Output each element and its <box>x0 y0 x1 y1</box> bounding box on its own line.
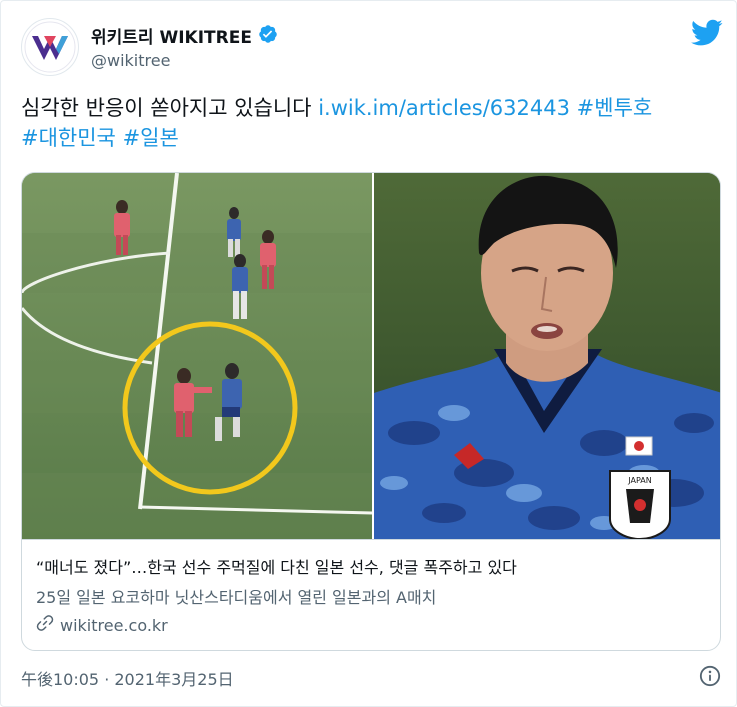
link-preview-card[interactable]: JAPAN “매너도 졌다”…한국 선수 주먹질에 다친 일본 선수, 댓글 폭… <box>21 172 721 651</box>
display-name[interactable]: 위키트리 WIKITREE <box>91 23 252 48</box>
hashtag-link[interactable]: #일본 <box>123 126 179 150</box>
tweet-card: 위키트리 WIKITREE @wikitree 심각한 반응이 쏟아지고 있습니… <box>0 0 737 707</box>
article-link[interactable]: i.wik.im/articles/632443 <box>318 96 570 120</box>
svg-text:JAPAN: JAPAN <box>627 476 651 485</box>
info-icon[interactable] <box>699 665 721 687</box>
match-photo-left <box>22 173 372 539</box>
account-name-row: 위키트리 WIKITREE <box>91 23 278 48</box>
link-card-domain: wikitree.co.kr <box>60 615 168 635</box>
tweet-timestamp[interactable]: 午後10:05 · 2021年3月25日 <box>21 666 234 690</box>
link-card-body[interactable]: “매너도 졌다”…한국 선수 주먹질에 다친 일본 선수, 댓글 폭주하고 있다… <box>22 539 720 650</box>
hashtag-link[interactable]: #대한민국 <box>21 126 116 150</box>
player-photo-right: JAPAN <box>374 173 720 539</box>
account-handle[interactable]: @wikitree <box>91 51 170 70</box>
tweet-text-body: 심각한 반응이 쏟아지고 있습니다 <box>21 96 319 120</box>
link-icon <box>36 614 54 636</box>
link-card-media[interactable]: JAPAN <box>22 173 720 539</box>
wikitree-logo-icon[interactable] <box>21 18 79 76</box>
hashtag-link[interactable]: #벤투호 <box>577 96 653 120</box>
link-card-domain-row: wikitree.co.kr <box>36 614 168 636</box>
link-card-description: 25일 일본 요코하마 닛산스타디움에서 열린 일본과의 A매치 <box>36 588 437 607</box>
link-card-title[interactable]: “매너도 졌다”…한국 선수 주먹질에 다친 일본 선수, 댓글 폭주하고 있다 <box>36 554 517 578</box>
twitter-bird-icon[interactable] <box>691 19 723 47</box>
verified-badge-icon <box>258 24 278 48</box>
tweet-text: 심각한 반응이 쏟아지고 있습니다 i.wik.im/articles/6324… <box>21 93 721 153</box>
